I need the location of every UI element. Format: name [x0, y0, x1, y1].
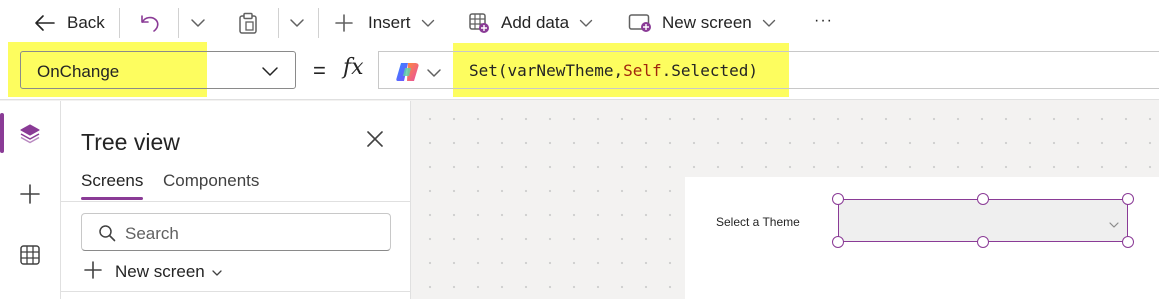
plus-icon[interactable]	[19, 183, 41, 210]
app-window: Back Insert Add data New screen ··· OnCh…	[0, 0, 1159, 299]
new-screen-toolbar-label: New screen	[662, 13, 752, 32]
command-bar: Back Insert Add data New screen ···	[0, 0, 1159, 46]
resize-handle[interactable]	[1122, 236, 1134, 248]
undo-menu-button[interactable]	[190, 8, 206, 38]
divider	[61, 201, 411, 202]
fx-icon: fx	[343, 55, 364, 80]
data-table-icon[interactable]	[19, 244, 41, 271]
toolbar-divider	[178, 8, 179, 38]
new-screen-button[interactable]: New screen	[83, 260, 222, 285]
toolbar-divider	[318, 8, 319, 38]
formula-input[interactable]: Set(varNewTheme,Self.Selected)	[378, 51, 1159, 89]
design-canvas[interactable]: Select a Theme	[412, 101, 1159, 299]
search-placeholder: Search	[125, 224, 179, 243]
new-screen-label: New screen	[115, 262, 205, 281]
equals-sign: =	[313, 58, 326, 83]
clipboard-icon	[238, 12, 258, 34]
chevron-down-icon	[762, 19, 776, 28]
formula-bar: OnChange = fx Set(varNewTheme,Self.Selec…	[0, 42, 1159, 100]
resize-handle[interactable]	[977, 193, 989, 205]
undo-icon	[139, 13, 161, 33]
table-add-icon	[468, 12, 490, 34]
chevron-down-icon	[261, 64, 279, 82]
paste-menu-button[interactable]	[289, 8, 305, 38]
add-data-label: Add data	[501, 13, 570, 32]
chevron-down-icon	[1109, 216, 1119, 234]
resize-handle[interactable]	[1122, 193, 1134, 205]
toolbar-divider	[278, 8, 279, 38]
chevron-down-icon	[289, 18, 305, 28]
copilot-icon[interactable]	[395, 60, 421, 89]
close-icon[interactable]	[366, 130, 384, 153]
chevron-down-icon[interactable]	[426, 65, 442, 83]
undo-button[interactable]	[139, 8, 161, 38]
property-value: OnChange	[37, 62, 120, 81]
back-arrow-icon	[34, 14, 56, 32]
paste-button[interactable]	[238, 8, 258, 38]
tree-view-panel: Tree view Screens Components Search New …	[61, 101, 411, 299]
more-options-button[interactable]: ···	[814, 6, 833, 36]
formula-token-self: Self	[623, 61, 662, 80]
new-screen-icon	[628, 13, 652, 33]
plus-icon	[83, 260, 103, 285]
left-rail	[0, 101, 61, 299]
search-input[interactable]: Search	[81, 213, 391, 251]
app-screen[interactable]: Select a Theme	[685, 177, 1159, 299]
formula-token: .Selected)	[661, 61, 758, 80]
search-icon	[98, 224, 116, 247]
panel-title: Tree view	[81, 129, 180, 155]
plus-icon	[334, 13, 354, 33]
toolbar-divider	[119, 8, 120, 38]
chevron-down-icon	[579, 19, 593, 28]
back-button[interactable]: Back	[34, 8, 105, 38]
theme-label: Select a Theme	[716, 215, 800, 229]
property-dropdown[interactable]: OnChange	[20, 51, 296, 89]
back-label: Back	[67, 13, 105, 32]
active-indicator	[0, 113, 4, 153]
chevron-down-icon	[190, 18, 206, 28]
active-tab-indicator	[81, 197, 143, 200]
chevron-down-icon	[421, 19, 435, 28]
resize-handle[interactable]	[977, 236, 989, 248]
chevron-down-icon	[212, 262, 222, 282]
resize-handle[interactable]	[832, 236, 844, 248]
formula-text: Set(varNewTheme,Self.Selected)	[469, 61, 758, 80]
divider	[61, 291, 411, 292]
insert-label: Insert	[368, 13, 411, 32]
tab-screens[interactable]: Screens	[81, 171, 143, 191]
layers-icon[interactable]	[19, 123, 41, 150]
resize-handle[interactable]	[832, 193, 844, 205]
tab-components[interactable]: Components	[163, 171, 259, 191]
add-data-button[interactable]: Add data	[468, 8, 593, 38]
insert-button[interactable]: Insert	[334, 8, 435, 38]
formula-token: Set(varNewTheme,	[469, 61, 624, 80]
new-screen-toolbar-button[interactable]: New screen	[628, 8, 776, 38]
